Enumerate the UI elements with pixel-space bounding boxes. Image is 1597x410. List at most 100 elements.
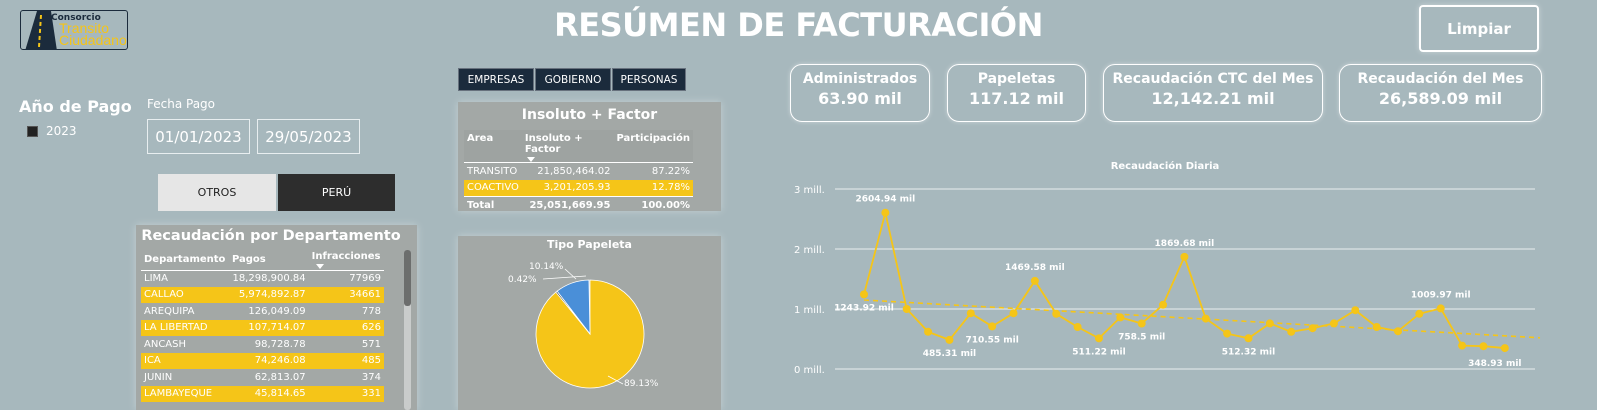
data-point[interactable] <box>1351 306 1360 315</box>
chart-title: Recaudación Diaria <box>1110 161 1220 172</box>
segment-empresas[interactable]: EMPRESAS <box>458 68 534 91</box>
data-label: 485.31 mil <box>923 349 976 359</box>
data-point[interactable] <box>945 335 954 344</box>
data-point[interactable] <box>1009 309 1018 318</box>
table-row[interactable]: COACTIVO 3,201,205.93 12.78% <box>464 179 693 197</box>
data-point[interactable] <box>1052 309 1061 318</box>
departamento-card: Recaudación por Departamento Departament… <box>136 225 417 410</box>
data-point[interactable] <box>1137 319 1146 328</box>
table-row[interactable]: TRANSITO 21,850,464.02 87.22% <box>464 163 693 180</box>
data-point[interactable] <box>1415 309 1424 318</box>
table-scrollbar[interactable] <box>404 250 411 410</box>
data-point[interactable] <box>902 305 911 313</box>
date-from-input[interactable]: 01/01/2023 <box>147 119 250 154</box>
data-point[interactable] <box>1094 334 1103 343</box>
kpi-label: Papeletas <box>977 71 1056 87</box>
table-row[interactable]: LAMBAYEQUE 45,814.65 331 <box>141 385 384 402</box>
date-to-input[interactable]: 29/05/2023 <box>257 119 360 154</box>
data-label: 511.22 mil <box>1072 347 1125 357</box>
data-label: 710.55 mil <box>965 335 1018 345</box>
pie-chart: 89.13% 10.14% 0.42% <box>508 262 659 389</box>
data-point[interactable] <box>1436 304 1445 313</box>
cell: Total <box>464 196 522 214</box>
cell: 62,813.07 <box>254 371 306 383</box>
scrollbar-thumb[interactable] <box>404 250 411 306</box>
cell: 77969 <box>349 273 381 284</box>
data-point[interactable] <box>1180 252 1189 261</box>
data-point[interactable] <box>860 290 868 299</box>
table-row[interactable]: LIMA 18,298,900.84 77969 <box>141 270 384 287</box>
data-point[interactable] <box>1159 300 1168 309</box>
data-point[interactable] <box>1030 276 1039 285</box>
cell: 21,850,464.02 <box>537 165 611 177</box>
col-pagos[interactable]: Pagos <box>228 250 309 271</box>
departamento-table: Departamento Pagos Infracciones LIMA 18,2… <box>141 250 384 402</box>
cell: LIMA <box>144 273 168 284</box>
page-title: RESÚMEN DE FACTURACIÓN <box>554 6 1043 44</box>
data-label: 2604.94 mil <box>856 195 916 205</box>
cell: 374 <box>361 371 381 383</box>
data-point[interactable] <box>924 327 933 336</box>
segment-personas[interactable]: PERSONAS <box>612 68 686 91</box>
table-row[interactable]: CALLAO 5,974,892.87 34661 <box>141 286 384 303</box>
kpi-label: Recaudación del Mes <box>1357 71 1524 87</box>
y-tick-label: 3 mill. <box>794 185 825 196</box>
data-point[interactable] <box>1500 344 1509 353</box>
cell: 778 <box>361 305 381 317</box>
col-participacion[interactable]: Participación <box>613 130 693 163</box>
tipo-papeleta-card: Tipo Papeleta 89.13% 10.14% 0.42% <box>458 236 721 410</box>
data-point[interactable] <box>1458 341 1467 350</box>
table-row[interactable]: LA LIBERTAD 107,714.07 626 <box>141 319 384 336</box>
cell: COACTIVO <box>464 179 522 197</box>
pie-leader-line <box>542 275 587 280</box>
data-point[interactable] <box>1329 319 1338 328</box>
pie-label-main: 89.13% <box>624 379 659 389</box>
table-row[interactable]: AREQUIPA 126,049.09 778 <box>141 303 384 320</box>
data-point[interactable] <box>1287 327 1296 336</box>
kpi-recaudacion-ctc: Recaudación CTC del Mes 12,142.21 mil <box>1103 64 1323 122</box>
data-point[interactable] <box>966 309 975 318</box>
y-tick-label: 0 mill. <box>794 365 825 376</box>
year-option-2023[interactable]: 2023 <box>27 124 77 138</box>
clear-button[interactable]: Limpiar <box>1419 5 1539 52</box>
insoluto-card: Insoluto + Factor Area Insoluto + Factor… <box>458 102 721 214</box>
data-label: 348.93 mil <box>1468 359 1521 369</box>
data-point[interactable] <box>1265 319 1274 328</box>
data-point[interactable] <box>1116 313 1125 322</box>
col-infracciones-label: Infracciones <box>311 250 381 262</box>
kpi-label: Recaudación CTC del Mes <box>1112 71 1314 87</box>
data-point[interactable] <box>1479 342 1488 351</box>
col-departamento[interactable]: Departamento <box>141 250 229 271</box>
kpi-administrados: Administrados 63.90 mil <box>790 64 930 122</box>
data-point[interactable] <box>1244 334 1253 343</box>
table-row[interactable]: ICA 74,246.08 485 <box>141 352 384 369</box>
series-line <box>863 212 1505 349</box>
cell: AREQUIPA <box>144 305 195 317</box>
data-point[interactable] <box>1073 323 1082 331</box>
segment-gobierno[interactable]: GOBIERNO <box>535 68 611 91</box>
data-label: 1869.68 mil <box>1155 239 1215 249</box>
table-total-row: Total 25,051,669.95 100.00% <box>464 196 693 214</box>
col-insoluto[interactable]: Insoluto + Factor <box>521 130 614 163</box>
data-point[interactable] <box>1223 329 1232 338</box>
data-point[interactable] <box>1308 324 1317 333</box>
toggle-peru[interactable]: PERÚ <box>278 174 395 211</box>
toggle-otros[interactable]: OTROS <box>158 174 276 211</box>
cell: TRANSITO <box>467 165 518 177</box>
cell: JUNIN <box>144 371 173 383</box>
data-point[interactable] <box>1372 323 1381 331</box>
table-row[interactable]: ANCASH 98,728.78 571 <box>141 336 384 353</box>
col-infracciones[interactable]: Infracciones <box>308 250 384 271</box>
table-row[interactable]: JUNIN 62,813.07 374 <box>141 369 384 386</box>
kpi-value: 63.90 mil <box>818 89 902 108</box>
cell: 331 <box>308 385 384 402</box>
data-point[interactable] <box>1201 314 1210 323</box>
data-point[interactable] <box>881 208 890 217</box>
kpi-value: 117.12 mil <box>969 89 1064 108</box>
year-option-label: 2023 <box>46 124 77 138</box>
data-point[interactable] <box>988 322 997 331</box>
col-area[interactable]: Area <box>464 130 522 163</box>
data-point[interactable] <box>1394 327 1403 336</box>
sort-desc-icon <box>315 263 324 269</box>
checkbox-icon[interactable] <box>27 125 38 137</box>
